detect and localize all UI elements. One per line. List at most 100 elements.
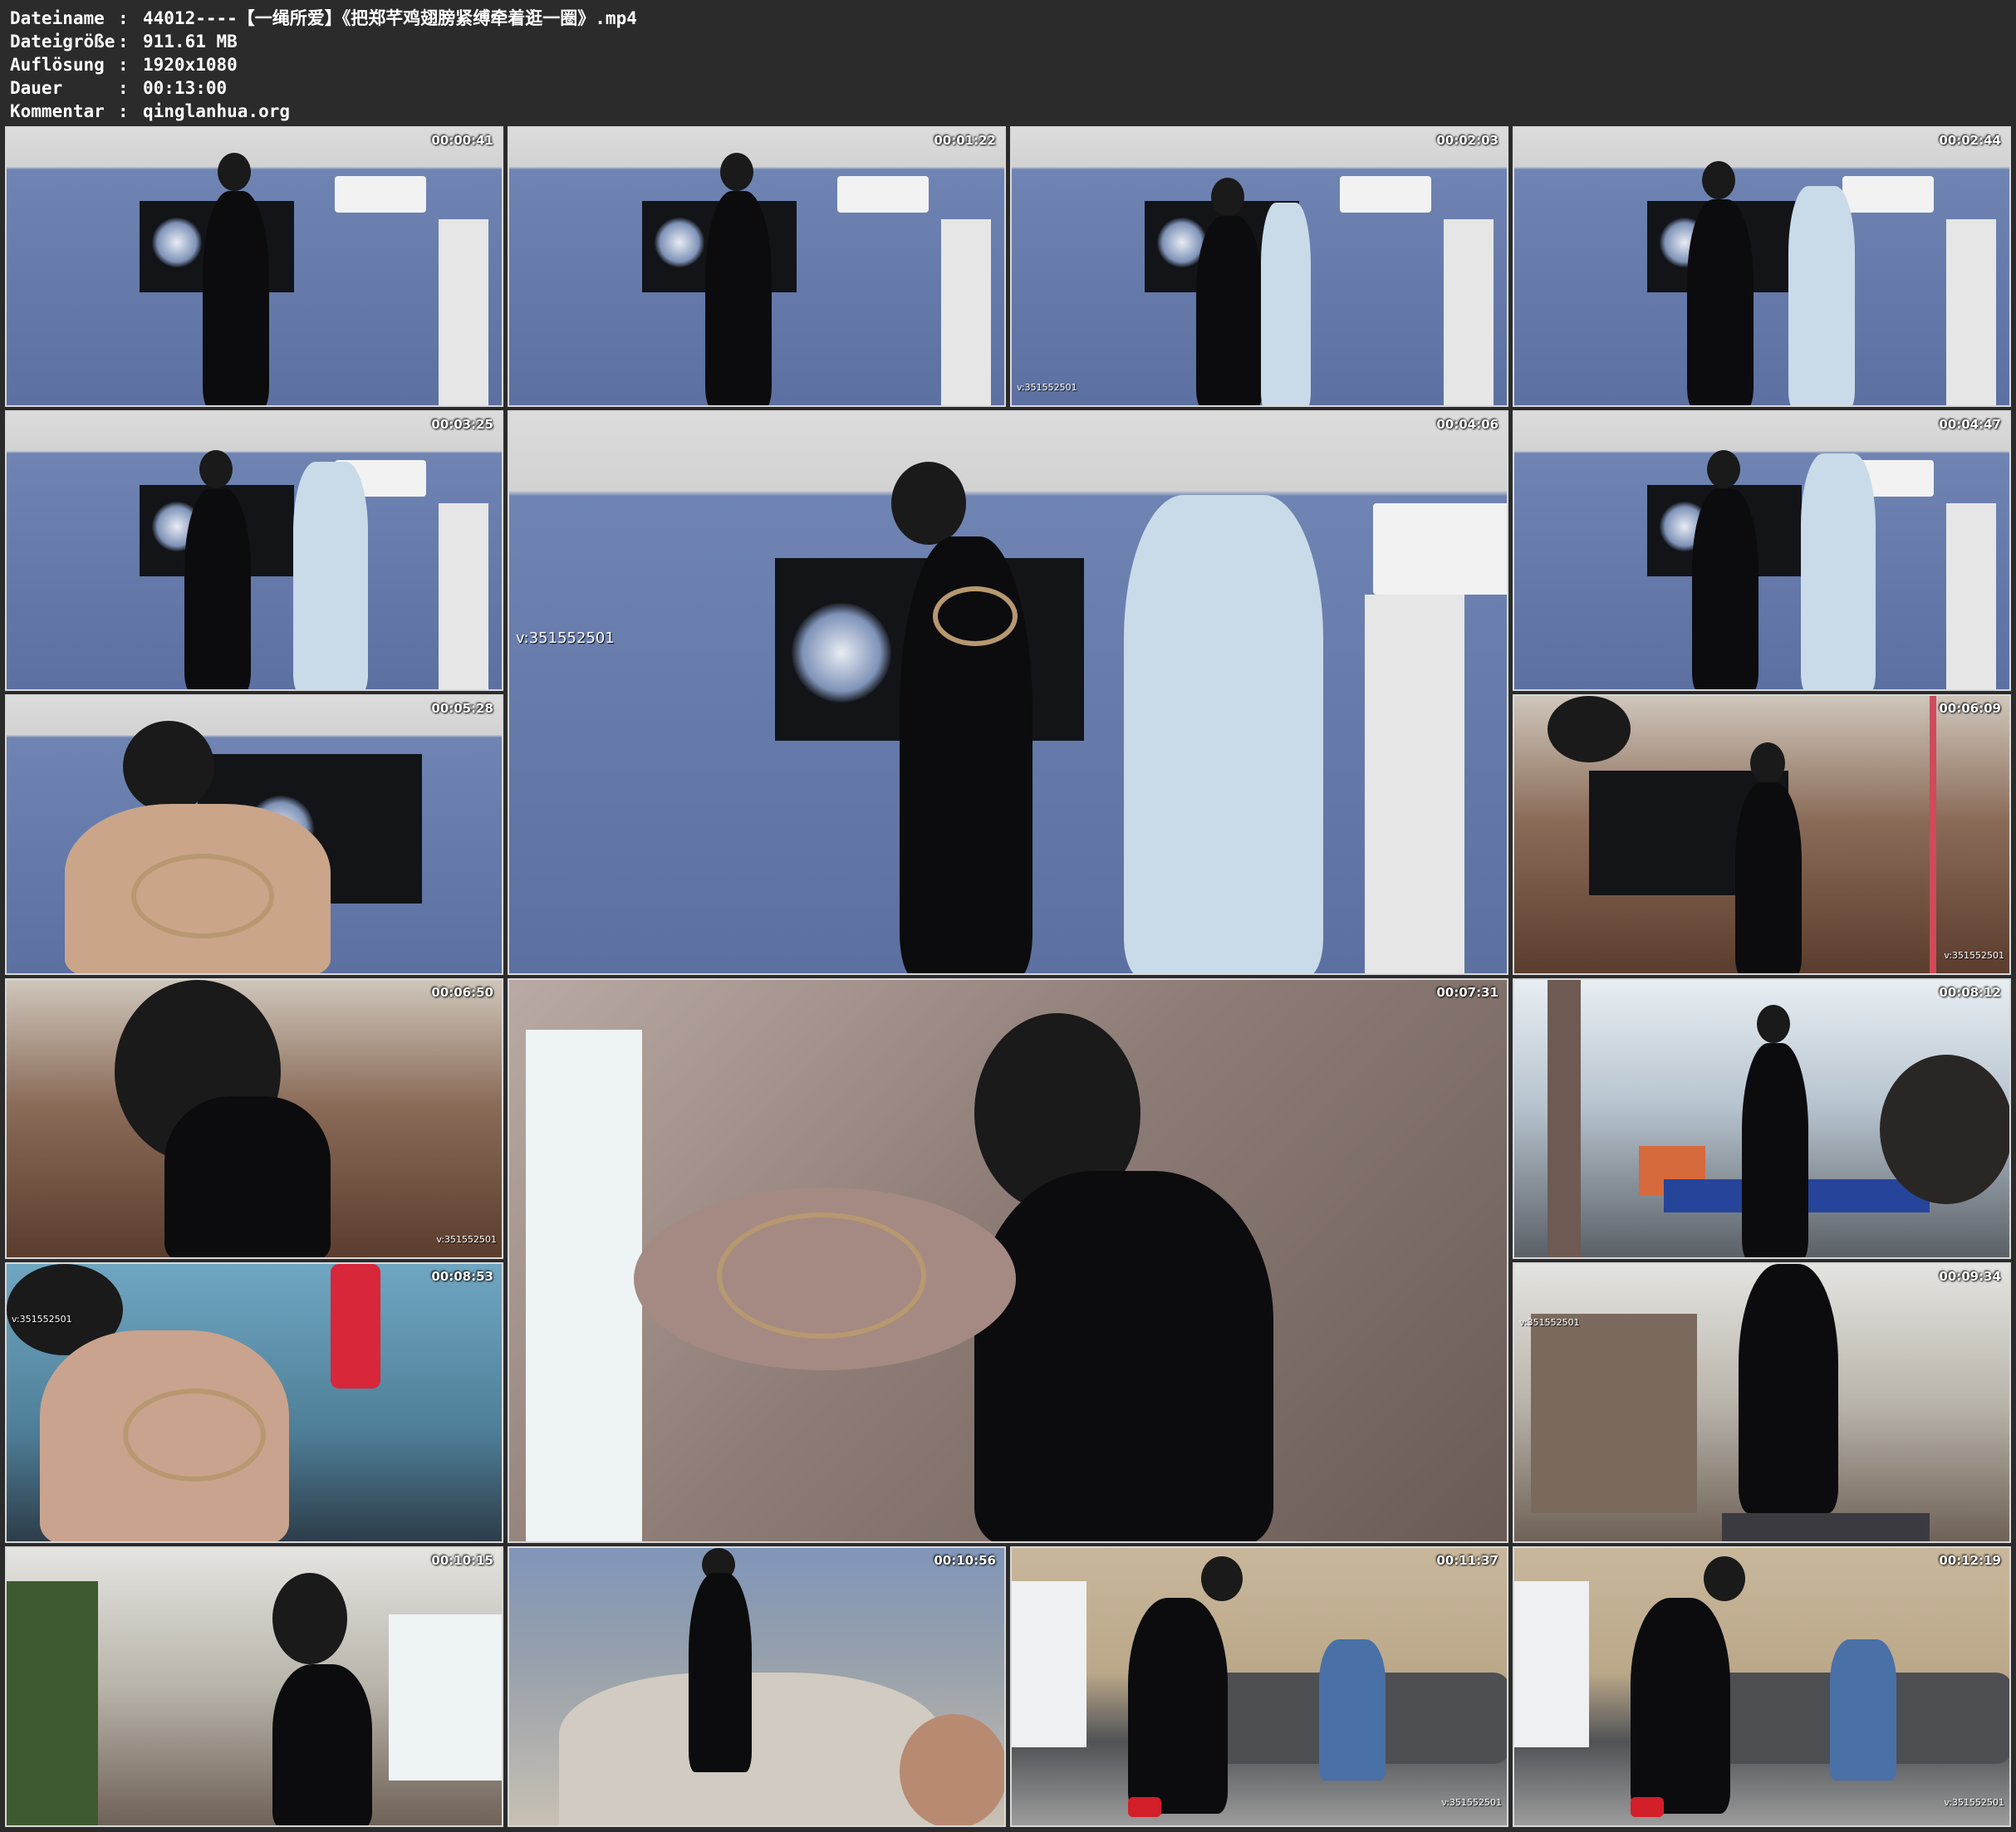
video-thumbnail[interactable]: 00:01:22 xyxy=(508,126,1006,407)
video-thumbnail[interactable]: 00:08:12 xyxy=(1513,978,2011,1259)
foreground-hand xyxy=(1880,1055,2009,1204)
person-figure xyxy=(1196,216,1263,405)
watermark: v:351552501 xyxy=(1017,382,1077,393)
thumbnail-frame xyxy=(7,980,502,1257)
video-thumbnail[interactable]: 00:03:25 xyxy=(5,410,503,691)
info-row-filesize: Dateigröße : 911.61 MB xyxy=(10,30,637,53)
timestamp: 00:03:25 xyxy=(431,417,493,432)
timestamp: 00:00:41 xyxy=(431,133,493,148)
red-cloth xyxy=(331,1264,380,1389)
thumbnail-frame xyxy=(1012,128,1507,405)
person-figure xyxy=(1692,488,1758,689)
timestamp: 00:11:37 xyxy=(1436,1553,1499,1568)
thumbnail-frame xyxy=(7,1264,502,1541)
info-separator: : xyxy=(118,32,129,51)
second-person xyxy=(1801,453,1876,689)
person-legs xyxy=(1739,1264,1838,1513)
person-head xyxy=(272,1573,347,1664)
video-thumbnail[interactable]: 00:07:31 xyxy=(508,978,1508,1543)
info-row-duration: Dauer : 00:13:00 xyxy=(10,76,637,100)
video-thumbnail[interactable]: 00:10:56 xyxy=(508,1546,1006,1827)
timestamp: 00:08:12 xyxy=(1939,985,2001,1000)
thumbnail-frame xyxy=(509,980,1507,1541)
timestamp: 00:10:56 xyxy=(934,1553,996,1568)
person-figure xyxy=(1687,199,1754,405)
red-heels xyxy=(1631,1797,1664,1817)
person-head xyxy=(891,462,966,545)
timestamp: 00:06:09 xyxy=(1939,701,2001,716)
second-person xyxy=(1261,203,1311,405)
video-thumbnail[interactable]: 00:04:47 xyxy=(1513,410,2011,691)
person-head xyxy=(1211,178,1244,216)
info-separator: : xyxy=(118,8,129,28)
video-thumbnail[interactable]: 00:05:28 xyxy=(5,694,503,975)
rope xyxy=(131,854,274,938)
person-figure xyxy=(1742,1043,1808,1257)
seated-person xyxy=(1830,1639,1896,1781)
person-head xyxy=(1548,696,1631,762)
info-row-resolution: Auflösung : 1920x1080 xyxy=(10,53,637,76)
video-thumbnail[interactable]: 00:08:53 v:351552501 xyxy=(5,1262,503,1543)
person-head xyxy=(1702,161,1735,199)
person-figure xyxy=(1128,1598,1228,1814)
stair-railing xyxy=(1531,1314,1697,1513)
rope xyxy=(717,1212,926,1339)
foreground-hand xyxy=(900,1714,1004,1825)
person-head xyxy=(720,153,753,191)
thumbnail-frame xyxy=(1514,128,2009,405)
info-separator: : xyxy=(118,55,129,75)
timestamp: 00:05:28 xyxy=(431,701,493,716)
radiator xyxy=(439,219,488,405)
plants xyxy=(7,1581,98,1825)
person-head xyxy=(1757,1005,1790,1043)
timestamp: 00:02:44 xyxy=(1939,133,2001,148)
video-thumbnail[interactable]: 00:00:41 xyxy=(5,126,503,407)
person-head xyxy=(1750,742,1785,784)
thumbnail-frame xyxy=(1514,1548,2009,1825)
info-label: Auflösung xyxy=(10,55,105,75)
video-thumbnail[interactable]: 00:09:34 v:351552501 xyxy=(1513,1262,2011,1543)
person-head xyxy=(218,153,251,191)
watermark: v:351552501 xyxy=(436,1234,497,1245)
timestamp: 00:04:47 xyxy=(1939,417,2001,432)
person-head xyxy=(123,721,214,812)
seated-person xyxy=(1319,1639,1386,1781)
rope xyxy=(123,1389,266,1482)
info-value: 911.61 MB xyxy=(143,32,238,51)
timestamp: 00:08:53 xyxy=(431,1269,493,1284)
radiator xyxy=(1946,503,1996,689)
watermark: v:351552501 xyxy=(12,1314,72,1325)
person-figure xyxy=(705,191,772,405)
person-figure xyxy=(1631,1598,1730,1814)
person-head xyxy=(1201,1556,1243,1601)
video-thumbnail[interactable]: 00:04:06 v:351552501 xyxy=(508,410,1508,975)
second-person xyxy=(1788,186,1855,405)
info-label: Kommentar xyxy=(10,101,105,121)
timestamp: 00:07:31 xyxy=(1436,985,1499,1000)
watermark: v:351552501 xyxy=(1441,1797,1502,1808)
video-thumbnail[interactable]: 00:06:09 v:351552501 xyxy=(1513,694,2011,975)
video-thumbnail[interactable]: 00:06:50 v:351552501 xyxy=(5,978,503,1259)
timestamp: 00:06:50 xyxy=(431,985,493,1000)
watermark: v:351552501 xyxy=(1944,950,2004,961)
air-conditioner xyxy=(1340,176,1431,213)
person-figure xyxy=(1735,782,1802,973)
timestamp: 00:01:22 xyxy=(934,133,996,148)
radiator xyxy=(439,503,488,689)
window xyxy=(526,1030,642,1541)
video-thumbnail[interactable]: 00:02:03 v:351552501 xyxy=(1010,126,1508,407)
person-figure xyxy=(203,191,269,405)
info-separator: : xyxy=(118,78,129,98)
video-thumbnail[interactable]: 00:02:44 xyxy=(1513,126,2011,407)
info-row-filename: Dateiname : 44012----【一绳所爱】《把郑芊鸡翅膀紧缚牵着逛一… xyxy=(10,7,637,30)
video-thumbnail[interactable]: 00:10:15 xyxy=(5,1546,503,1827)
info-value: 44012----【一绳所爱】《把郑芊鸡翅膀紧缚牵着逛一圈》.mp4 xyxy=(143,8,637,28)
file-info-panel: Dateiname : 44012----【一绳所爱】《把郑芊鸡翅膀紧缚牵着逛一… xyxy=(10,7,637,123)
video-thumbnail[interactable]: 00:12:19 v:351552501 xyxy=(1513,1546,2011,1827)
thumbnail-frame xyxy=(1012,1548,1507,1825)
timestamp: 00:10:15 xyxy=(431,1553,493,1568)
radiator xyxy=(1365,595,1464,973)
video-thumbnail[interactable]: 00:11:37 v:351552501 xyxy=(1010,1546,1508,1827)
thumbnail-frame xyxy=(7,412,502,689)
air-conditioner xyxy=(335,176,426,213)
